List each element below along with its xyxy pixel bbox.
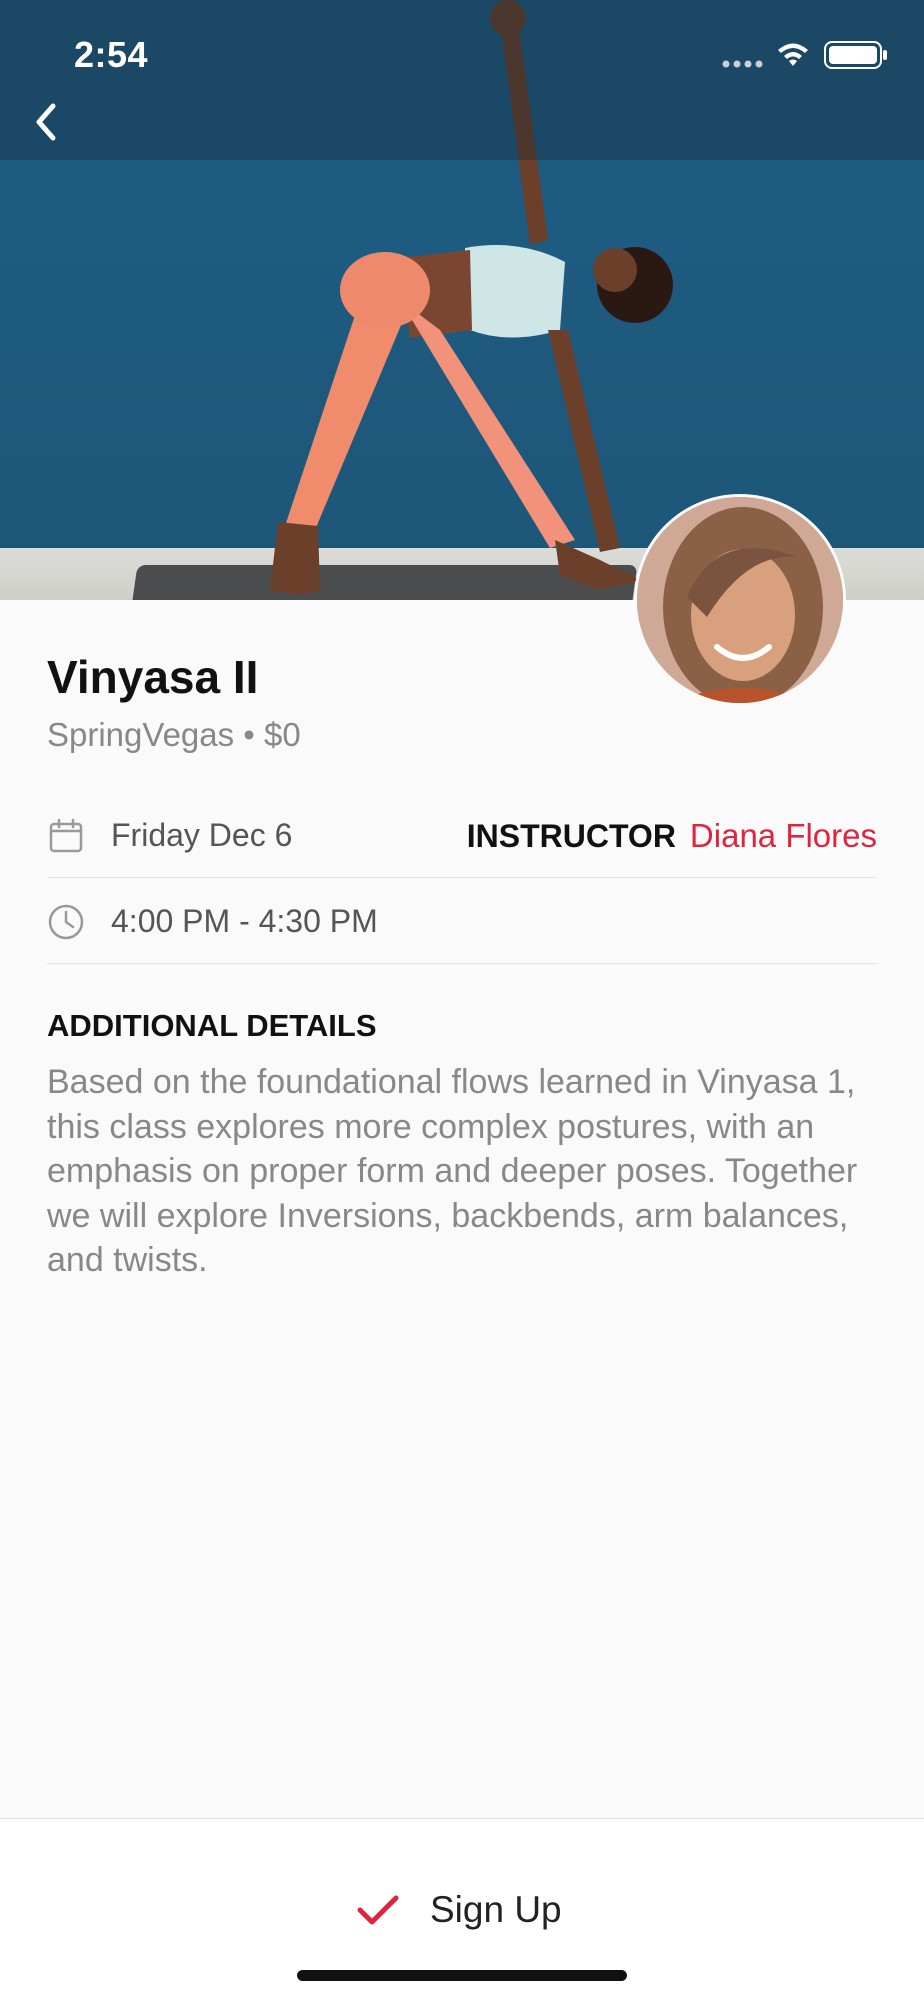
home-indicator [297,1970,627,1981]
signal-icon [722,60,763,68]
instructor-name-link[interactable]: Diana Flores [690,817,877,855]
details-heading: ADDITIONAL DETAILS [47,1008,377,1043]
wifi-icon [778,43,808,66]
checkmark-icon [357,1895,399,1925]
instructor-avatar[interactable] [634,494,846,706]
time-row: 4:00 PM - 4:30 PM [47,880,877,964]
back-button[interactable] [26,98,66,146]
sign-up-button[interactable]: Sign Up [356,1880,576,1940]
avatar-image [637,497,843,703]
class-date: Friday Dec 6 [111,817,293,853]
class-subtitle: SpringVegas • $0 [47,716,301,753]
calendar-icon [49,818,83,852]
instructor-label: INSTRUCTOR [466,817,676,854]
instructor-info: INSTRUCTOR Diana Flores [467,817,877,855]
class-time: 4:00 PM - 4:30 PM [111,903,378,939]
clock-icon [48,904,84,939]
class-title: Vinyasa II [47,651,259,703]
date-row: Friday Dec 6 INSTRUCTOR Diana Flores [47,794,877,878]
sign-up-label: Sign Up [430,1889,562,1930]
status-time: 2:54 [74,34,149,75]
status-bar-overlay [0,0,924,160]
battery-icon [824,41,887,69]
details-body: Based on the foundational flows learned … [47,1063,858,1279]
chevron-left-icon [36,103,56,141]
